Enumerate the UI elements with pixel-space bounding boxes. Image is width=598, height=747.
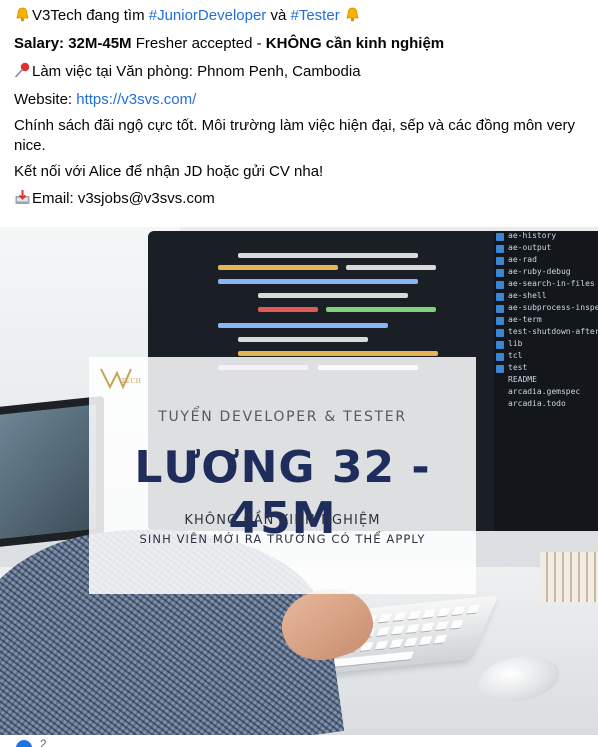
salary-middle: Fresher accepted - (131, 35, 266, 52)
tree-item: test-shutdown-after (508, 327, 598, 336)
tree-item: ae-history (508, 231, 557, 240)
post-headline-line: V3Tech đang tìm #JuniorDeveloper và #Tes… (14, 6, 362, 26)
job-ad-overlay: TECH TUYỂN DEVELOPER & TESTER LƯƠNG 32 -… (89, 357, 476, 594)
tree-item: test (508, 363, 528, 372)
no-experience-text: KHÔNG cần kinh nghiệm (265, 35, 445, 52)
location-line: Làm việc tại Văn phòng: Phnom Penh, Camb… (14, 62, 361, 82)
facebook-post: V3Tech đang tìm #JuniorDeveloper và #Tes… (0, 0, 598, 747)
email-text: Email: v3sjobs@v3svs.com (32, 190, 215, 207)
location-text: Làm việc tại Văn phòng: Phnom Penh, Camb… (32, 63, 361, 80)
logo-text: TECH (121, 377, 142, 385)
tree-item: ae-ruby-debug (508, 267, 571, 276)
reaction-count[interactable]: 2 (40, 737, 47, 747)
post-footer (0, 735, 598, 747)
tree-item: ae-shell (508, 291, 547, 300)
tree-item: README (508, 375, 537, 384)
salary-label: Salary: 32M-45M (14, 35, 132, 52)
ad-note-no-experience: KHÔNG CẦN KINH NGHIỆM (184, 513, 381, 528)
inbox-tray-icon (15, 190, 30, 204)
hashtag-tester[interactable]: #Tester (291, 7, 340, 24)
salary-line: Salary: 32M-45M Fresher accepted - KHÔNG… (14, 34, 444, 54)
post-line1-middle: và (266, 7, 291, 24)
tree-item: ae-rad (508, 255, 537, 264)
pushpin-icon (15, 62, 30, 78)
tree-item: arcadia.gemspec (508, 387, 581, 396)
tree-item: ae-search-in-files (508, 279, 595, 288)
website-line: Website: https://v3svs.com/ (14, 90, 196, 110)
bell-icon (16, 7, 29, 22)
file-tree: ae-history ae-output ae-rad ae-ruby-debu… (494, 231, 598, 531)
tree-item: ae-subprocess-inspect (508, 303, 598, 312)
bell-icon (346, 7, 359, 22)
email-line: Email: v3sjobs@v3svs.com (14, 189, 215, 209)
post-image[interactable]: ae-history ae-output ae-rad ae-ruby-debu… (0, 227, 598, 735)
post-line1-prefix: V3Tech đang tìm (32, 7, 149, 24)
tree-item: lib (508, 339, 523, 348)
ad-note-fresh-graduates: SINH VIÊN MỚI RA TRƯỜNG CÓ THỂ APPLY (139, 532, 426, 546)
contact-text: Kết nối với Alice để nhận JD hoặc gửi CV… (14, 163, 324, 180)
benefits-text: Chính sách đãi ngộ cực tốt. Môi trường l… (14, 117, 576, 154)
tree-item: tcl (508, 351, 523, 360)
tree-item: arcadia.todo (508, 399, 566, 408)
ad-headline: LƯƠNG 32 - 45M (134, 442, 431, 544)
tree-item: ae-output (508, 243, 552, 252)
website-link[interactable]: https://v3svs.com/ (76, 91, 196, 108)
books (540, 552, 598, 602)
tree-item: ae-term (508, 315, 542, 324)
ad-subtitle: TUYỂN DEVELOPER & TESTER (158, 409, 407, 425)
website-label: Website: (14, 91, 77, 108)
hashtag-junior-developer[interactable]: #JuniorDeveloper (149, 7, 267, 24)
